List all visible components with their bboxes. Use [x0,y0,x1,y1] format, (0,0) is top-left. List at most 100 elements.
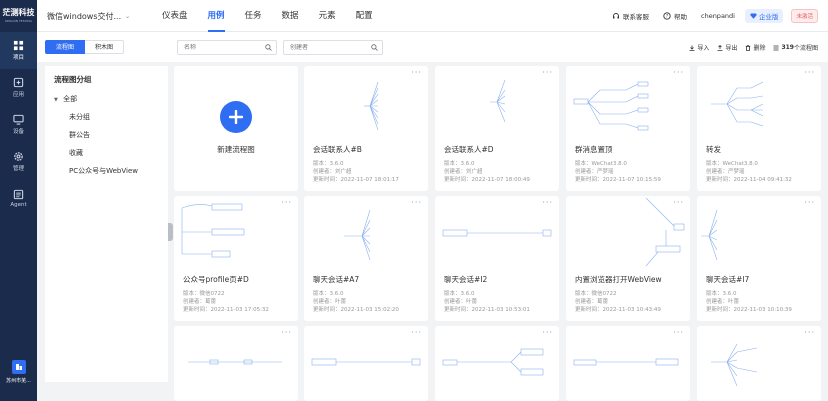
view-flow-button[interactable]: 流程图 [45,40,86,54]
flow-creator: 创建者：严梦瑶 [575,167,614,175]
search-creator-input[interactable] [290,44,360,51]
flow-thumbnail [701,209,718,261]
monitor-icon [13,114,24,125]
flow-updated-label: 更新时间： [183,307,211,313]
tab-cases[interactable]: 用例 [207,0,225,32]
new-flow-card[interactable]: 新建流程图 [174,66,298,191]
flow-version: 版本：3.6.0 [313,289,344,297]
more-icon[interactable]: ··· [804,328,815,337]
view-blocks-button[interactable]: 积木图 [85,40,125,54]
tab-config[interactable]: 配置 [356,0,373,32]
flow-creator: 创建者：叶蕾 [444,297,477,305]
org-switcher[interactable]: 苏州市芜... [0,360,37,384]
brand-logo[interactable]: 茫测科技 DINGXIN TESTING [0,0,37,32]
flow-updated-value: 2022-11-07 10:15:59 [602,177,661,183]
more-icon[interactable]: ··· [411,68,422,77]
flow-card[interactable]: ··· 聊天会话#A7 版本：3.6.0 创建者：叶蕾 更新时间：2022-11… [304,196,428,321]
flow-title: 聊天会话#A7 [313,275,360,284]
more-icon[interactable]: ··· [804,198,815,207]
search-name-field[interactable] [177,40,277,55]
flow-updated-label: 更新时间： [313,177,341,183]
flow-card[interactable]: ··· 会话联系人#B 版本：3.6.0 创建者：刘广超 更新时间：2022-1… [304,66,428,191]
rail-item-agent[interactable]: Agent [0,180,37,217]
support-link[interactable]: 联系客服 [612,11,649,21]
sub-toolbar: 流程图 积木图 导入 导出 删除 319 个流程图 [37,32,828,62]
flow-card[interactable]: ··· 转发 版本：WeChat3.8.0 创建者：严梦瑶 更新时间：2022-… [697,66,821,191]
tab-elements[interactable]: 元素 [319,0,336,32]
flow-card[interactable]: ··· [435,326,559,401]
more-icon[interactable]: ··· [411,328,422,337]
support-label: 联系客服 [623,13,649,21]
flow-updated-label: 更新时间： [706,177,734,183]
flow-card[interactable]: ··· 内置浏览器打开WebView 版本：微信0722 创建者：葛蕾 更新时间… [566,196,690,321]
building-icon [15,364,22,370]
flow-thumbnail [490,79,506,123]
group-item[interactable]: PC公众号与WebView [54,165,168,183]
more-icon[interactable]: ··· [542,68,553,77]
rail-item-manage[interactable]: 管理 [0,143,37,180]
more-icon[interactable]: ··· [542,328,553,337]
rail-item-devices[interactable]: 设备 [0,106,37,143]
search-name-input[interactable] [184,44,254,51]
rail-item-apps[interactable]: 应用 [0,69,37,106]
panel-collapse-handle[interactable] [168,223,173,241]
tab-tasks[interactable]: 任务 [245,0,262,32]
view-switch: 流程图 积木图 [45,40,125,54]
flow-updated: 更新时间：2022-11-03 10:43:49 [575,305,661,313]
flow-updated: 更新时间：2022-11-03 17:05:32 [183,305,269,313]
flow-card[interactable]: ··· 群消息置顶 版本：WeChat3.8.0 创建者：严梦瑶 更新时间：20… [566,66,690,191]
delete-button[interactable]: 删除 [745,43,765,52]
rail-label: 设备 [12,129,24,135]
flow-card[interactable]: ··· 聊天会话#I7 版本：3.6.0 创建者：叶蕾 更新时间：2022-11… [697,196,821,321]
flow-card[interactable]: ··· [697,326,821,401]
flow-updated-value: 2022-11-03 15:02:20 [340,307,399,313]
export-label: 导出 [725,45,738,52]
project-name: 微信windows交付... [47,12,122,21]
flow-title: 内置浏览器打开WebView [575,275,662,284]
user-menu[interactable]: chenpandi [701,12,735,20]
rail-item-project[interactable]: 项目 [0,32,37,69]
flow-card[interactable]: ··· 会话联系人#D 版本：3.6.0 创建者：刘广超 更新时间：2022-1… [435,66,559,191]
grid-icon [13,40,24,51]
help-link[interactable]: ? 帮助 [663,11,687,21]
more-icon[interactable]: ··· [673,328,684,337]
flow-updated-value: 2022-11-07 18:01:17 [340,177,399,183]
more-icon[interactable]: ··· [542,198,553,207]
agent-icon [13,189,24,200]
more-icon[interactable]: ··· [673,68,684,77]
flow-title: 公众号profile页#D [183,275,249,284]
tab-data[interactable]: 数据 [282,0,299,32]
headset-icon [613,13,619,19]
more-icon[interactable]: ··· [673,198,684,207]
group-item-all[interactable]: ▼ 全部 [54,93,168,111]
flow-updated-value: 2022-11-03 10:10:39 [733,307,792,313]
import-button[interactable]: 导入 [689,43,709,52]
search-creator-field[interactable] [283,40,383,55]
flow-version: 版本：微信0722 [183,289,225,297]
flow-card[interactable]: ··· 公众号profile页#D 版本：微信0722 创建者：葛蕾 更新时间：… [174,196,298,321]
flow-card[interactable]: ··· 聊天会话#I2 版本：3.6.0 创建者：叶蕾 更新时间：2022-11… [435,196,559,321]
group-item[interactable]: 收藏 [54,147,168,165]
group-item[interactable]: 群公告 [54,129,168,147]
flow-creator: 创建者：叶蕾 [706,297,739,305]
flow-updated-label: 更新时间： [706,307,734,313]
flow-creator: 创建者：刘广超 [313,167,352,175]
more-icon[interactable]: ··· [281,198,292,207]
tab-dashboard[interactable]: 仪表盘 [162,0,188,32]
flow-updated: 更新时间：2022-11-07 10:15:59 [575,175,661,183]
more-icon[interactable]: ··· [411,198,422,207]
flow-card[interactable]: ··· [174,326,298,401]
flow-card[interactable]: ··· [566,326,690,401]
help-label: 帮助 [674,13,687,21]
export-button[interactable]: 导出 [717,43,737,52]
delete-label: 删除 [753,45,766,52]
new-flow-label: 新建流程图 [217,145,255,154]
more-icon[interactable]: ··· [804,68,815,77]
group-item[interactable]: 未分组 [54,111,168,129]
search-icon [265,44,272,51]
status-badge[interactable]: 未激活 [791,9,818,23]
more-icon[interactable]: ··· [281,328,292,337]
flow-card[interactable]: ··· [304,326,428,401]
project-selector[interactable]: 微信windows交付... ⌄ [47,11,130,22]
rail-label: 应用 [12,92,24,98]
